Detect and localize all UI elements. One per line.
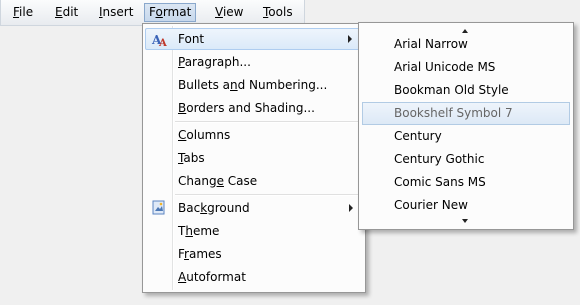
font-item-label: Bookman Old Style: [394, 83, 509, 97]
scroll-down-icon[interactable]: [462, 219, 468, 223]
menu-item-bullets-numbering[interactable]: Bullets and Numbering...: [145, 74, 363, 96]
font-item-label: Century Gothic: [394, 152, 485, 166]
menu-item-label: Frames: [178, 247, 222, 261]
menu-item-label: Background: [178, 201, 250, 215]
menu-item-font[interactable]: A A Font: [145, 28, 363, 50]
menu-item-label: Font: [178, 32, 205, 46]
menu-item-tabs[interactable]: Tabs: [145, 147, 363, 169]
font-item-label: Courier New: [394, 198, 468, 212]
menu-separator: [175, 121, 363, 123]
background-icon: [152, 200, 165, 215]
menu-label: Format: [149, 5, 192, 19]
menu-item-label: Tabs: [178, 151, 205, 165]
menu-edit[interactable]: Edit: [51, 3, 82, 22]
format-menu: A A Font Paragraph... Bullets and Number…: [142, 23, 366, 293]
menu-label: File: [13, 5, 34, 19]
menu-item-theme[interactable]: Theme: [145, 220, 363, 242]
font-item-label: Comic Sans MS: [394, 175, 486, 189]
menu-label: View: [215, 5, 244, 19]
menu-format[interactable]: Format: [144, 3, 197, 22]
menu-label: Edit: [55, 5, 79, 19]
svg-text:A: A: [158, 38, 167, 49]
font-item[interactable]: Comic Sans MS: [362, 171, 570, 194]
menu-item-label: Change Case: [178, 174, 258, 188]
font-item[interactable]: Arial Unicode MS: [362, 56, 570, 79]
font-submenu: Arial Narrow Arial Unicode MS Bookman Ol…: [358, 22, 574, 230]
menu-insert[interactable]: Insert: [95, 3, 137, 22]
menu-tools[interactable]: Tools: [259, 3, 297, 22]
menu-view[interactable]: View: [211, 3, 247, 22]
menu-label: Tools: [263, 5, 293, 19]
menu-item-label: Theme: [178, 224, 220, 238]
font-item-label: Century: [394, 129, 442, 143]
menu-item-label: Autoformat: [178, 270, 246, 284]
font-item-label: Bookshelf Symbol 7: [394, 106, 513, 120]
menu-item-change-case[interactable]: Change Case: [145, 170, 363, 192]
menu-item-columns[interactable]: Columns: [145, 124, 363, 146]
font-item[interactable]: Courier New: [362, 194, 570, 217]
menu-file[interactable]: File: [9, 3, 37, 22]
font-item[interactable]: Century: [362, 125, 570, 148]
menu-item-paragraph[interactable]: Paragraph...: [145, 51, 363, 73]
font-item[interactable]: Arial Narrow: [362, 33, 570, 56]
font-icon: A A: [151, 33, 167, 49]
menu-item-label: Paragraph...: [178, 55, 251, 69]
font-item-selected[interactable]: Bookshelf Symbol 7: [362, 102, 570, 125]
menu-item-frames[interactable]: Frames: [145, 243, 363, 265]
menu-item-background[interactable]: Background: [145, 197, 363, 219]
submenu-arrow-icon: [349, 204, 353, 212]
menu-separator: [175, 194, 363, 196]
menu-label: Insert: [99, 5, 134, 19]
menu-item-label: Borders and Shading...: [178, 101, 315, 115]
menu-item-autoformat[interactable]: Autoformat: [145, 266, 363, 288]
menu-item-borders-shading[interactable]: Borders and Shading...: [145, 97, 363, 119]
font-item-label: Arial Unicode MS: [394, 60, 496, 74]
menu-item-label: Bullets and Numbering...: [178, 78, 328, 92]
font-item[interactable]: Bookman Old Style: [362, 79, 570, 102]
menu-item-label: Columns: [178, 128, 231, 142]
font-item[interactable]: Century Gothic: [362, 148, 570, 171]
font-item-label: Arial Narrow: [394, 37, 468, 51]
submenu-arrow-icon: [348, 35, 352, 43]
